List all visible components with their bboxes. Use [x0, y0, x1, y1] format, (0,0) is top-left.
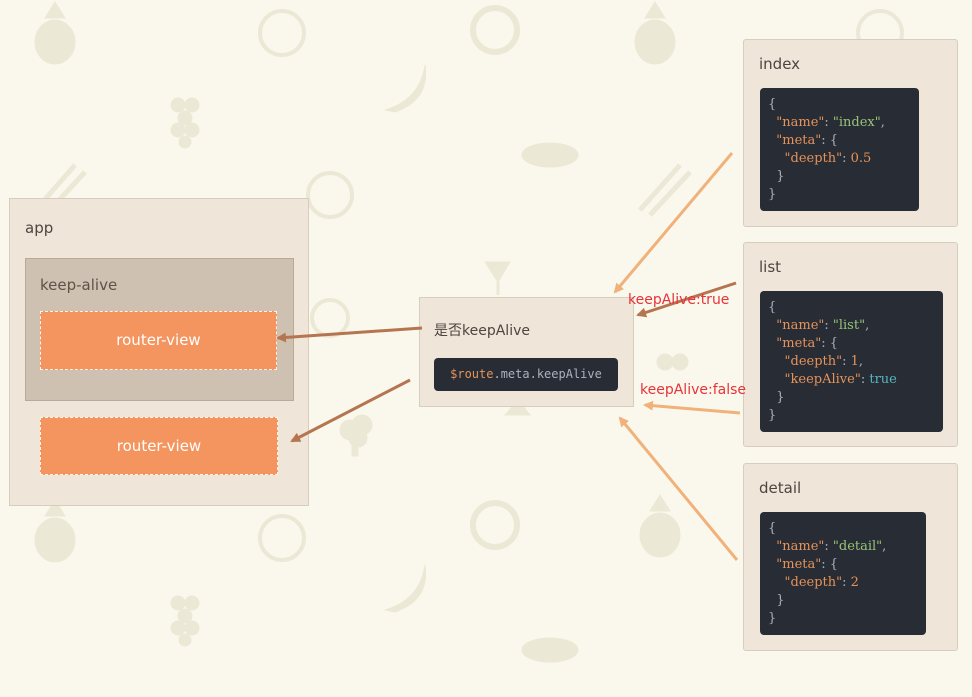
arrow-list-false — [643, 400, 741, 415]
edge-label-keepalive-false: keepAlive:false — [640, 382, 746, 398]
arrow-detail-to-condition — [618, 416, 739, 561]
flow-arrows — [276, 152, 741, 561]
edge-label-keepalive-true: keepAlive:true — [628, 292, 730, 308]
arrow-to-cached-view — [276, 326, 423, 343]
arrow-index-to-condition — [613, 152, 734, 294]
arrow-to-uncached-view — [290, 378, 411, 443]
